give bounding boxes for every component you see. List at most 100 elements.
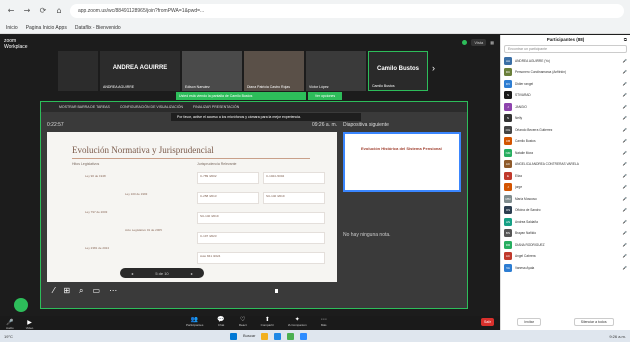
muted-microphone-icon[interactable]: 🎤 [623,197,627,201]
muted-microphone-icon[interactable]: 🎤 [623,185,627,189]
video-button[interactable]: ▶ Video [20,319,40,330]
more-button[interactable]: ⋯ Más [315,316,333,327]
next-thumbnails-icon[interactable]: › [432,63,435,73]
view-button[interactable]: Vista [471,39,487,46]
participant-row[interactable]: Jjorge 🎤 [501,182,630,194]
bookmark-item[interactable]: Pagina Inicio Apps [26,25,67,31]
display-settings-button[interactable]: CONFIGURACIÓN DE VISUALIZACIÓN [120,105,183,109]
participant-row[interactable]: N Nelly 🎤 [501,113,630,125]
participant-row[interactable]: MM María Moscoso 🎤 [501,193,630,205]
show-taskbar-button[interactable]: MOSTRAR BARRA DE TAREAS [59,105,110,109]
muted-microphone-icon[interactable]: 🎤 [623,151,627,155]
next-slide-icon[interactable]: ▸ [191,271,193,276]
participant-search-input[interactable]: Encontrar un participante [504,45,627,53]
bookmark-item[interactable]: Inicio [6,25,18,31]
back-icon[interactable]: ← [6,6,16,16]
audio-button[interactable]: 🎤 Audio [0,319,20,330]
subtitle-icon[interactable]: ▭ [93,286,101,296]
chat-button[interactable]: 💬 Chat [211,316,230,327]
ai-companion-button[interactable]: ✦ IA Companion [282,316,313,327]
zoom-magnifier-icon[interactable]: ⌕ [79,286,83,296]
muted-microphone-icon[interactable]: 🎤 [623,162,627,166]
participant-row[interactable]: VA Vanesa Ayala 🎤 [501,262,630,274]
muted-microphone-icon[interactable]: 🎤 [623,243,627,247]
popout-icon[interactable]: ⧉ [624,35,627,45]
start-icon[interactable] [230,332,237,340]
participant-row[interactable]: AS Andrea Saldaña 🎤 [501,216,630,228]
reload-icon[interactable]: ⟳ [38,6,48,16]
participants-panel: Participantes (88) ⧉ Encontrar un partic… [500,35,630,330]
pen-icon[interactable]: ⁄ [53,286,54,296]
muted-microphone-icon[interactable]: 🎤 [623,70,627,74]
participants-button[interactable]: 👥 Participantes [180,316,209,327]
participant-row[interactable]: AC ANGELICA ANDREA CONTRERAS VARELA 🎤 [501,159,630,171]
muted-microphone-icon[interactable]: 🎤 [623,128,627,132]
muted-microphone-icon[interactable]: 🎤 [623,231,627,235]
address-bar[interactable]: app.zoom.us/wc/88491128965/join?fromPWA=… [70,4,624,18]
grid-icon[interactable]: ▦ [490,40,494,45]
video-thumbnail[interactable]: Víctor López [306,51,366,91]
next-slide-label: Diapositiva siguiente [343,122,389,128]
video-thumbnail[interactable]: Edison Narváez [182,51,242,91]
reactions-fab-icon[interactable] [14,298,28,312]
chrome-icon[interactable] [287,332,295,340]
avatar: NM [504,148,512,157]
edge-icon[interactable] [274,332,282,340]
muted-microphone-icon[interactable]: 🎤 [623,139,627,143]
participant-row[interactable]: AC Angel Cabrera 🎤 [501,251,630,263]
video-thumbnail[interactable]: ANDREA AGUIRRE ANDREA AGUIRRE [100,51,180,91]
weather-widget[interactable]: 19°C [4,334,13,339]
participant-row[interactable]: AA ANDREA AGUIRRE (Yo) 🎤 [501,55,630,67]
participant-row[interactable]: OS Oficina de Sandro 🎤 [501,205,630,217]
participant-row[interactable]: BN Brayan Nañido 🎤 [501,228,630,240]
participant-name: Eliza [515,173,522,178]
mute-all-button[interactable]: Silenciar a todos [573,318,614,326]
participant-name: Nelly [515,116,523,121]
prev-slide-icon[interactable]: ◂ [131,271,133,276]
muted-microphone-icon[interactable]: 🎤 [623,254,627,258]
leave-button[interactable]: Salir [480,318,494,326]
avatar: AS [504,217,512,226]
next-slide-title: Evolución Histórica del Sistema Pensiona… [361,146,442,151]
muted-microphone-icon[interactable]: 🎤 [623,82,627,86]
muted-microphone-icon[interactable]: 🎤 [623,93,627,97]
home-icon[interactable]: ⌂ [54,6,64,16]
muted-microphone-icon[interactable]: 🎤 [623,105,627,109]
zoom-app-icon[interactable] [300,332,308,340]
jurisprudence-box: C-1024 /2004 [263,172,325,184]
muted-microphone-icon[interactable]: 🎤 [623,208,627,212]
slides-grid-icon[interactable]: ⊞ [63,286,70,296]
participant-row[interactable]: S STIVARAD 🎤 [501,90,630,102]
file-explorer-icon[interactable] [261,332,269,340]
muted-microphone-icon[interactable]: 🎤 [623,116,627,120]
participant-name: ANDREA AGUIRRE (Yo) [515,58,550,63]
forward-icon[interactable]: → [22,6,32,16]
share-button[interactable]: ⬆ Compartir [255,316,280,327]
end-presentation-button[interactable]: FINALIZAR PRESENTACIÓN [193,105,239,109]
more-options-icon[interactable]: ⋯ [109,286,117,296]
participant-row[interactable]: NM Natalie Mora 🎤 [501,147,630,159]
next-slide-preview[interactable]: Evolución Histórica del Sistema Pensiona… [343,132,461,192]
participant-row[interactable]: OG Orlando Becerra Gutierrez 🎤 [501,124,630,136]
participant-row[interactable]: J JANGIO 🎤 [501,101,630,113]
avatar: MM [504,194,512,203]
participant-row[interactable]: CB Camilo Bustos 🎤 [501,136,630,148]
muted-microphone-icon[interactable]: 🎤 [623,220,627,224]
participant-row[interactable]: E Eliza 🎤 [501,170,630,182]
participant-row[interactable]: DR DIANA RODRIGUEZ 🎤 [501,239,630,251]
video-thumbnail[interactable] [58,51,98,91]
participant-row[interactable]: DV Didier rangel 🎤 [501,78,630,90]
view-options-button[interactable]: Ver opciones [308,92,342,100]
mouse-cursor [275,289,278,293]
top-right-status: Vista ▦ [462,39,494,46]
react-button[interactable]: ♡ React [233,316,253,327]
video-thumbnail-active[interactable]: Camilo Bustos Camilo Bustos [368,51,428,91]
bookmark-item[interactable]: Dataflix - Bienvenido [75,25,121,31]
muted-microphone-icon[interactable]: 🎤 [623,59,627,63]
taskbar-search[interactable]: Buscar [243,333,255,340]
video-thumbnail[interactable]: Diana Patricia Castro Rojas [244,51,304,91]
invite-button[interactable]: Invitar [517,318,541,326]
muted-microphone-icon[interactable]: 🎤 [623,174,627,178]
participant-row[interactable]: DC Personero Cundinamarca (Anfitrión) 🎤 [501,67,630,79]
muted-microphone-icon[interactable]: 🎤 [623,266,627,270]
